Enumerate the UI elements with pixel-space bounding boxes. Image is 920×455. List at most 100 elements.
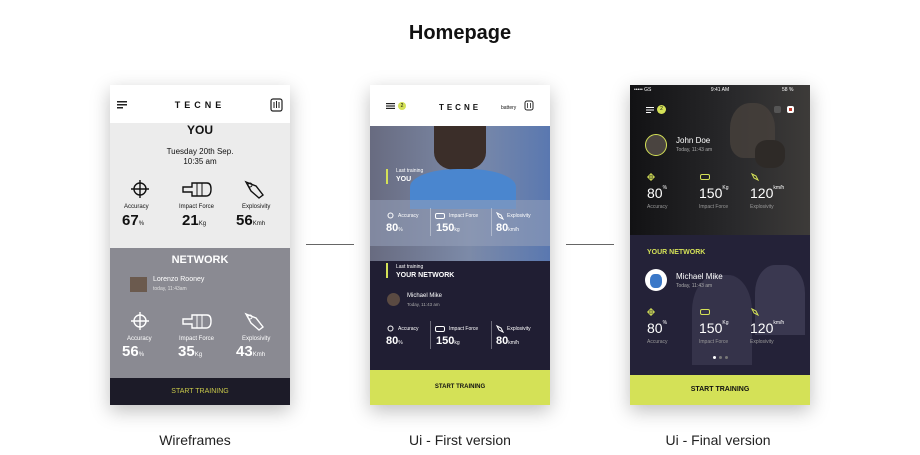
stat-label-impact: Impact Force bbox=[699, 204, 729, 210]
crosshair-icon bbox=[647, 173, 655, 181]
stat-value-accuracy: 80% bbox=[647, 185, 668, 201]
network-user-time: Today, 11:43 am bbox=[407, 302, 440, 307]
app-logo: TECNE bbox=[438, 103, 482, 112]
rocket-icon bbox=[496, 212, 504, 220]
crosshair-icon bbox=[131, 180, 149, 198]
crosshair-icon bbox=[647, 308, 655, 316]
last-training-label: Last training bbox=[396, 168, 424, 174]
pager-dot[interactable] bbox=[719, 356, 722, 359]
divider bbox=[430, 208, 431, 236]
stat-value-explosivity: 120km/h bbox=[750, 185, 785, 201]
start-training-button[interactable]: START TRAINING bbox=[110, 378, 290, 405]
battery-label: battery bbox=[501, 105, 517, 111]
stat-value-accuracy: 80% bbox=[647, 320, 668, 336]
stat-value-impact: 150Kg bbox=[699, 320, 729, 336]
stat-value-impact: 150kg bbox=[436, 222, 460, 234]
your-network-label: YOUR NETWORK bbox=[396, 272, 455, 279]
pager-dot[interactable] bbox=[713, 356, 716, 359]
stat-label-accuracy: Accuracy bbox=[647, 339, 668, 345]
rocket-icon bbox=[751, 173, 759, 181]
connector-line-2 bbox=[566, 244, 614, 245]
caption-final-version: Ui - Final version bbox=[665, 432, 771, 448]
stat-value-impact: 21Kg bbox=[182, 212, 207, 229]
rocket-icon bbox=[244, 312, 264, 331]
pager-dot[interactable] bbox=[725, 356, 728, 359]
stat-value-impact: 150Kg bbox=[699, 185, 729, 201]
stat-label-explosivity: Explosivity bbox=[750, 204, 774, 210]
user-name: John Doe bbox=[676, 136, 711, 145]
stat-value-accuracy: 67% bbox=[122, 212, 145, 229]
stat-label-impact: Impact Force bbox=[179, 336, 215, 342]
fist-icon bbox=[435, 213, 445, 219]
status-battery: 58 % bbox=[782, 87, 794, 93]
divider bbox=[430, 321, 431, 349]
stat-label-accuracy: Accuracy bbox=[398, 213, 419, 219]
your-network-label: YOUR NETWORK bbox=[647, 249, 706, 256]
fist-icon bbox=[182, 182, 212, 197]
stat-label-explosivity: Explosivity bbox=[507, 326, 531, 332]
stat-label-explosivity: Explosivity bbox=[507, 213, 531, 219]
app-logo: TECNE bbox=[174, 100, 226, 110]
stat-label-impact: Impact Force bbox=[179, 204, 215, 210]
wireframe-screen: TECNE YOU Tuesday 20th Sep. 10:35 am Acc… bbox=[110, 85, 290, 405]
stat-label-accuracy: Accuracy bbox=[124, 204, 149, 210]
you-title: YOU bbox=[186, 123, 213, 137]
network-user-name: Michael Mike bbox=[407, 293, 443, 299]
avatar bbox=[387, 293, 400, 306]
stat-label-accuracy: Accuracy bbox=[398, 326, 419, 332]
avatar-figure bbox=[650, 274, 662, 288]
stat-value-accuracy: 80% bbox=[386, 222, 403, 234]
page-title: Homepage bbox=[408, 22, 512, 44]
stat-label-accuracy: Accuracy bbox=[127, 336, 152, 342]
avatar bbox=[130, 277, 147, 292]
rocket-icon bbox=[244, 180, 264, 199]
network-user-time: today, 11:43am bbox=[153, 286, 187, 292]
stat-value-impact: 35Kg bbox=[178, 343, 203, 360]
you-label: YOU bbox=[396, 176, 412, 183]
stat-value-explosivity: 120km/h bbox=[750, 320, 785, 336]
divider bbox=[491, 208, 492, 236]
stat-label-impact: Impact Force bbox=[449, 213, 479, 219]
first-version-screen: 2 TECNE battery Last training YOU Accura… bbox=[370, 85, 550, 405]
final-version-screen: ••••• GS 9:41 AM 58 % 2 John Doe Today, … bbox=[630, 85, 810, 405]
glove-icon[interactable] bbox=[524, 100, 534, 111]
glove-icon[interactable] bbox=[773, 105, 782, 114]
crosshair-icon bbox=[387, 325, 394, 332]
stat-label-accuracy: Accuracy bbox=[647, 204, 668, 210]
caption-first-version: Ui - First version bbox=[409, 432, 511, 448]
showcase-page: Homepage TECNE YOU Tuesday 20th Sep. 10:… bbox=[0, 0, 920, 455]
stat-value-explosivity: 80km/h bbox=[496, 335, 520, 347]
crosshair-icon bbox=[387, 212, 394, 219]
user-time: Today, 11:43 am bbox=[676, 147, 713, 153]
fist-icon bbox=[435, 326, 445, 332]
fist-icon bbox=[700, 174, 710, 180]
fist-icon bbox=[182, 314, 212, 329]
stat-label-explosivity: Explosivity bbox=[750, 339, 774, 345]
menu-icon[interactable] bbox=[646, 107, 654, 113]
network-user-name: Lorenzo Rooney bbox=[153, 276, 205, 283]
network-user-name: Michael Mike bbox=[676, 272, 723, 281]
date-line: Tuesday 20th Sep. bbox=[166, 147, 234, 156]
caption-wireframes: Wireframes bbox=[159, 432, 231, 448]
stat-value-explosivity: 80km/h bbox=[496, 222, 520, 234]
fist-icon bbox=[700, 309, 710, 315]
accent-bar bbox=[386, 169, 388, 184]
rocket-icon bbox=[496, 325, 504, 333]
stat-value-impact: 150kg bbox=[436, 335, 460, 347]
stat-value-accuracy: 56% bbox=[122, 343, 145, 360]
stat-label-explosivity: Explosivity bbox=[242, 204, 271, 210]
glove-icon[interactable] bbox=[270, 98, 283, 112]
network-title: NETWORK bbox=[171, 254, 229, 266]
stat-label-impact: Impact Force bbox=[449, 326, 479, 332]
stat-value-accuracy: 80% bbox=[386, 335, 403, 347]
athlete-head bbox=[434, 126, 486, 170]
rocket-icon bbox=[751, 308, 759, 316]
athlete-fist bbox=[755, 140, 785, 168]
last-training-label: Last training bbox=[396, 264, 424, 270]
start-training-button[interactable]: START TRAINING bbox=[370, 370, 550, 405]
stat-label-explosivity: Explosivity bbox=[242, 336, 271, 342]
start-training-button[interactable]: START TRAINING bbox=[630, 375, 810, 405]
time-line: 10:35 am bbox=[183, 157, 217, 166]
hand-icon[interactable] bbox=[786, 105, 795, 114]
stat-label-impact: Impact Force bbox=[699, 339, 729, 345]
